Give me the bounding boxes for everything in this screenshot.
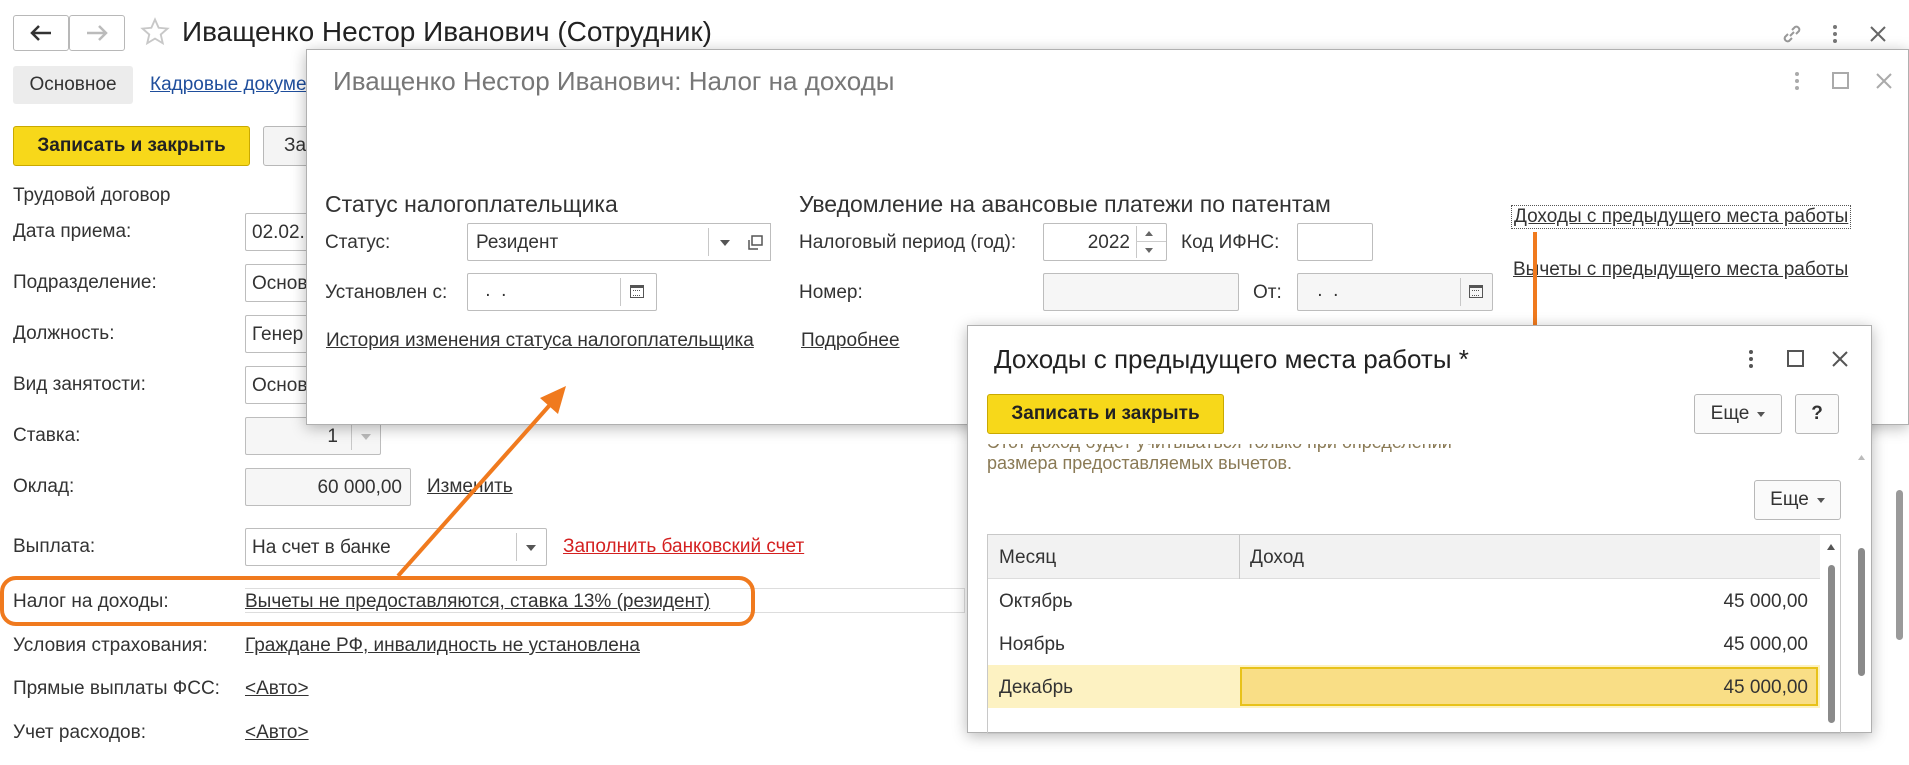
income-window-title: Доходы с предыдущего места работы *	[994, 344, 1469, 374]
table-header: Месяц Доход	[988, 535, 1820, 579]
income-content: Этот доход будет учитываться только при …	[968, 444, 1873, 734]
table-scroll-thumb[interactable]	[1828, 565, 1835, 723]
income-note-line1: Этот доход будет учитываться только при …	[987, 444, 1452, 453]
income-more-button[interactable]: Еще	[1694, 394, 1782, 434]
cell-income: 45 000,00	[1723, 677, 1808, 698]
table-more-button[interactable]: Еще	[1754, 480, 1841, 520]
table-row-selected[interactable]: Декабрь 45 000,00	[988, 665, 1820, 708]
annotation-arrow-tax	[396, 396, 558, 578]
cell-month: Декабрь	[999, 677, 1074, 698]
cell-income: 45 000,00	[1723, 634, 1808, 655]
income-note-line2: размера предоставляемых вычетов.	[987, 453, 1293, 473]
close-icon[interactable]	[1831, 350, 1849, 368]
maximize-icon[interactable]	[1787, 350, 1804, 367]
chevron-down-icon	[1816, 497, 1825, 503]
income-window: Доходы с предыдущего места работы * Запи…	[967, 325, 1873, 734]
scroll-up-icon[interactable]	[1826, 543, 1836, 551]
cell-income-active[interactable]: 45 000,00	[1240, 667, 1818, 706]
cell-month: Ноябрь	[999, 634, 1065, 655]
help-button[interactable]: ?	[1795, 394, 1839, 434]
more-label: Еще	[1710, 403, 1750, 424]
income-window-scrollbar[interactable]	[1854, 444, 1868, 734]
column-header-month[interactable]: Месяц	[999, 547, 1056, 569]
table-row[interactable]: Ноябрь 45 000,00	[988, 622, 1820, 665]
cell-month: Октябрь	[999, 591, 1073, 612]
cell-income: 45 000,00	[1723, 591, 1808, 612]
table-scrollbar[interactable]	[1822, 535, 1840, 733]
income-table: Месяц Доход Октябрь 45 000,00 Ноябрь 45 …	[987, 534, 1841, 734]
scroll-up-icon[interactable]	[1857, 454, 1866, 461]
income-save-close-button[interactable]: Записать и закрыть	[987, 394, 1224, 434]
more-vertical-icon[interactable]	[1746, 348, 1756, 370]
income-window-scroll-thumb[interactable]	[1858, 548, 1865, 676]
chevron-down-icon	[1757, 411, 1766, 417]
column-header-income[interactable]: Доход	[1250, 547, 1304, 569]
table-more-label: Еще	[1770, 489, 1809, 510]
table-row[interactable]: Октябрь 45 000,00	[988, 579, 1820, 622]
